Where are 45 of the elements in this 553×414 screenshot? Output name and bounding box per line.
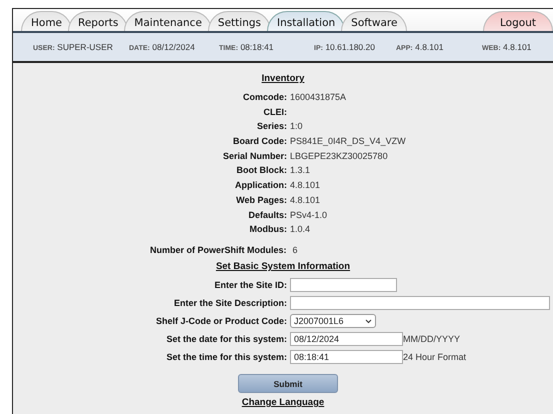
field-label: Web Pages:: [236, 194, 288, 207]
text-field[interactable]: [290, 296, 550, 310]
field-label: Modbus:: [250, 223, 288, 236]
field-value: PSv4-1.0: [290, 208, 328, 222]
field-label: Set the date for this system:: [166, 334, 288, 344]
field-label: Set the time for this system:: [166, 352, 288, 362]
field-value: PS841E_0I4R_DS_V4_VZW: [290, 135, 406, 148]
field-label: Shelf J-Code or Product Code:: [156, 316, 288, 326]
section-title: Inventory: [262, 72, 304, 84]
nav-tab[interactable]: Software: [341, 11, 408, 32]
format-hint: MM/DD/YYYY: [403, 334, 460, 344]
submit-button[interactable]: Submit: [238, 374, 338, 393]
field-label: Enter the Site Description:: [174, 298, 288, 308]
section-title: Set Basic System Information: [216, 261, 350, 272]
section-title: Change Language: [242, 397, 324, 408]
text-field[interactable]: 08/12/2024: [290, 332, 403, 346]
nav-tab[interactable]: Maintenance: [124, 11, 212, 32]
field-label: Serial Number:: [222, 150, 288, 163]
field-value: 4.8.101: [290, 179, 320, 192]
field-label: Boot Block:: [236, 164, 288, 178]
nav-tab[interactable]: Settings: [208, 11, 271, 32]
field-value: 4.8.101: [290, 194, 320, 207]
field-label: Enter the Site ID:: [214, 280, 288, 290]
field-label: Application:: [235, 179, 288, 192]
field-value: LBGEPE23KZ30025780: [290, 150, 388, 163]
field-label: Series:: [256, 120, 288, 134]
nav-tab[interactable]: Home: [21, 11, 72, 32]
field-label: Board Code:: [233, 135, 288, 148]
field-value: 1600431875A: [290, 90, 346, 104]
field-value: 6: [292, 245, 298, 255]
chevron-icon: [365, 318, 372, 324]
text-field[interactable]: 08:18:41: [290, 350, 403, 364]
field-label: Defaults:: [248, 208, 288, 222]
field-label: Comcode:: [242, 90, 288, 104]
nav-tab[interactable]: Installation: [267, 11, 346, 32]
nav-tab[interactable]: Reports: [68, 11, 128, 32]
field-value: 1:0: [290, 120, 303, 134]
field-value: 1.3.1: [290, 164, 310, 178]
text-field[interactable]: [290, 278, 397, 292]
product-code-select[interactable]: J2007001L6: [290, 314, 376, 328]
nav-tab[interactable]: Logout: [483, 11, 553, 32]
field-label: CLEI:: [264, 106, 288, 119]
format-hint: 24 Hour Format: [403, 352, 466, 362]
field-value: 1.0.4: [290, 223, 310, 236]
field-label: Number of PowerShift Modules:: [150, 245, 288, 255]
